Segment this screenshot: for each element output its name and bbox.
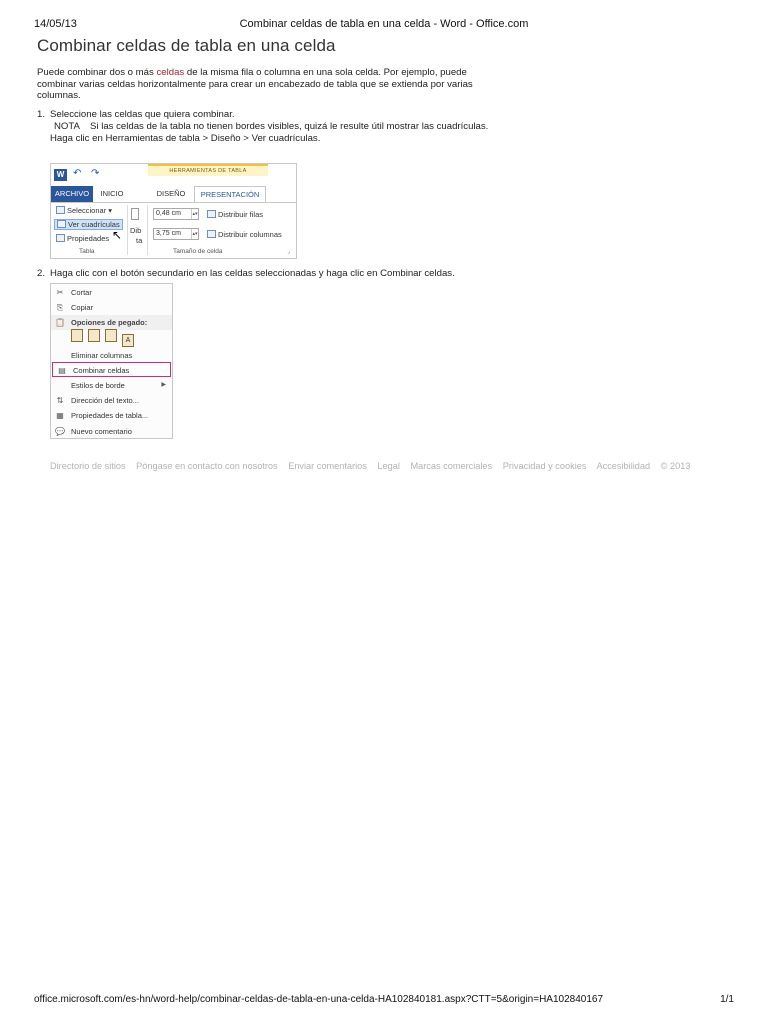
note: NOTA Si las celdas de la tabla no tienen … xyxy=(54,121,488,133)
step-1-text: Seleccione las celdas que quiera combina… xyxy=(50,109,235,120)
spinner-arrows-icon[interactable]: ▴▾ xyxy=(191,229,198,239)
distribuir-filas-label: Distribuir filas xyxy=(218,210,264,219)
context-tab-band: HERRAMIENTAS DE TABLA xyxy=(148,164,268,176)
tab-diseno[interactable]: DISEÑO xyxy=(150,186,192,202)
comment-icon: 💬 xyxy=(55,427,65,436)
note-text: Si las celdas de la tabla no tienen bord… xyxy=(90,121,489,132)
mouse-cursor-icon: ↖ xyxy=(112,228,123,242)
menu-label: Copiar xyxy=(71,303,94,312)
menu-label: Opciones de pegado: xyxy=(71,318,148,327)
note-label: NOTA xyxy=(54,121,80,132)
ribbon-divider xyxy=(51,202,296,203)
footer-link-marcas[interactable]: Marcas comerciales xyxy=(410,461,492,471)
cell-size-group-label: Tamaño de celda xyxy=(173,248,223,255)
paste-merge-icon[interactable] xyxy=(88,329,100,342)
menu-label: Nuevo comentario xyxy=(71,427,132,436)
intro-text-before: Puede combinar dos o más xyxy=(37,67,157,78)
step-2: 2. Haga clic con el botón secundario en l… xyxy=(37,268,455,280)
step-1: 1. Seleccione las celdas que quiera combi… xyxy=(37,109,235,121)
seleccionar-button[interactable]: Seleccionar ▾ xyxy=(56,206,112,215)
menu-item-eliminar-columnas[interactable]: Eliminar columnas xyxy=(51,348,172,363)
footer-link-accesibilidad[interactable]: Accesibilidad xyxy=(596,461,650,471)
gridlines-icon xyxy=(57,220,66,228)
properties-icon xyxy=(56,234,65,242)
menu-header-opciones-pegado: 📋 Opciones de pegado: xyxy=(51,315,172,330)
table-group-label: Tabla xyxy=(79,248,95,255)
undo-icon[interactable]: ↶ xyxy=(73,168,81,179)
footer-link-directorio[interactable]: Directorio de sitios xyxy=(50,461,126,471)
footer-links: Directorio de sitios Póngase en contacto… xyxy=(50,461,698,471)
celdas-link[interactable]: celdas xyxy=(156,67,184,78)
tab-archivo[interactable]: ARCHIVO xyxy=(51,186,93,202)
menu-label: Propiedades de tabla... xyxy=(71,411,149,420)
print-url: office.microsoft.com/es-hn/word-help/com… xyxy=(34,994,604,1005)
paste-text-only-icon[interactable]: A xyxy=(122,334,134,347)
menu-label: Dirección del texto... xyxy=(71,396,139,405)
menu-label: Eliminar columnas xyxy=(71,351,133,360)
menu-item-nuevo-comentario[interactable]: 💬 Nuevo comentario xyxy=(51,424,172,439)
table-properties-icon: ▦ xyxy=(56,411,64,420)
distribute-rows-icon xyxy=(207,210,216,218)
menu-item-propiedades-tabla[interactable]: ▦ Propiedades de tabla... xyxy=(51,408,172,423)
paste-nest-icon[interactable] xyxy=(105,329,117,342)
scissors-icon: ✂ xyxy=(56,288,64,297)
paste-options-row: A xyxy=(71,329,139,349)
footer-link-privacidad[interactable]: Privacidad y cookies xyxy=(503,461,587,471)
clipboard-icon: 📋 xyxy=(55,318,65,327)
menu-item-combinar-celdas[interactable]: ▤ Combinar celdas xyxy=(52,362,171,377)
distribuir-columnas-label: Distribuir columnas xyxy=(218,230,282,239)
seleccionar-label: Seleccionar ▾ xyxy=(67,206,113,215)
menu-item-copiar[interactable]: ⎘ Copiar xyxy=(51,300,172,315)
menu-item-direccion-texto[interactable]: ⇅ Dirección del texto... xyxy=(51,393,172,408)
select-icon xyxy=(56,206,65,214)
merge-cells-icon: ▤ xyxy=(58,366,66,375)
submenu-arrow-icon: ▶ xyxy=(161,382,166,388)
step-2-number: 2. xyxy=(37,268,46,279)
paste-keep-format-icon[interactable] xyxy=(71,329,83,342)
ribbon-screenshot: W ↶ ↷ HERRAMIENTAS DE TABLA ARCHIVO INIC… xyxy=(50,163,297,259)
group-separator xyxy=(127,205,128,255)
cell-height-value: 0,48 cm xyxy=(156,210,181,217)
distribuir-columnas-button[interactable]: Distribuir columnas xyxy=(207,230,282,239)
menu-item-cortar[interactable]: ✂ Cortar xyxy=(51,285,172,300)
step-1-instruction: Haga clic en Herramientas de tabla > Dis… xyxy=(50,133,321,144)
step-2-text: Haga clic con el botón secundario en las… xyxy=(50,268,455,279)
draw-table-icon[interactable] xyxy=(131,208,139,220)
footer-copyright: © 2013 xyxy=(660,461,691,471)
footer-link-comentarios[interactable]: Enviar comentarios xyxy=(288,461,367,471)
menu-label: Estilos de borde xyxy=(71,381,125,390)
step-1-number: 1. xyxy=(37,109,46,120)
cell-width-input[interactable]: 3,75 cm ▴▾ xyxy=(153,228,199,240)
menu-label: Combinar celdas xyxy=(73,366,130,375)
spinner-arrows-icon[interactable]: ▴▾ xyxy=(191,209,198,219)
menu-label: Cortar xyxy=(71,288,92,297)
footer-link-legal[interactable]: Legal xyxy=(377,461,399,471)
cell-height-input[interactable]: 0,48 cm ▴▾ xyxy=(153,208,199,220)
footer-link-contacto[interactable]: Póngase en contacto con nosotros xyxy=(136,461,277,471)
redo-icon[interactable]: ↷ xyxy=(91,168,99,179)
draw-label-partial-2: ta xyxy=(136,236,143,245)
tab-inicio[interactable]: INICIO xyxy=(95,186,129,202)
print-header: 14/05/13 Combinar celdas de tabla en una… xyxy=(34,18,734,32)
tab-presentacion[interactable]: PRESENTACIÓN xyxy=(194,186,266,202)
page-number: 1/1 xyxy=(720,994,734,1005)
print-title: Combinar celdas de tabla en una celda - … xyxy=(239,18,529,30)
propiedades-label: Propiedades xyxy=(67,234,110,243)
cell-width-value: 3,75 cm xyxy=(156,230,181,237)
intro-paragraph: Puede combinar dos o más celdas de la mi… xyxy=(37,67,482,102)
dialog-launcher-icon[interactable]: ⌟ xyxy=(287,248,290,255)
group-separator xyxy=(147,205,148,255)
propiedades-button[interactable]: Propiedades xyxy=(56,234,109,243)
draw-label-partial: Dib xyxy=(130,226,142,235)
page-title: Combinar celdas de tabla en una celda xyxy=(37,36,336,55)
word-app-icon: W xyxy=(54,169,67,181)
distribute-columns-icon xyxy=(207,230,216,238)
text-direction-icon: ⇅ xyxy=(56,396,64,405)
distribuir-filas-button[interactable]: Distribuir filas xyxy=(207,210,263,219)
copy-icon: ⎘ xyxy=(56,303,64,312)
context-menu-screenshot: ✂ Cortar ⎘ Copiar 📋 Opciones de pegado: A E… xyxy=(50,283,173,439)
menu-item-estilos-borde[interactable]: Estilos de borde ▶ xyxy=(51,378,172,393)
